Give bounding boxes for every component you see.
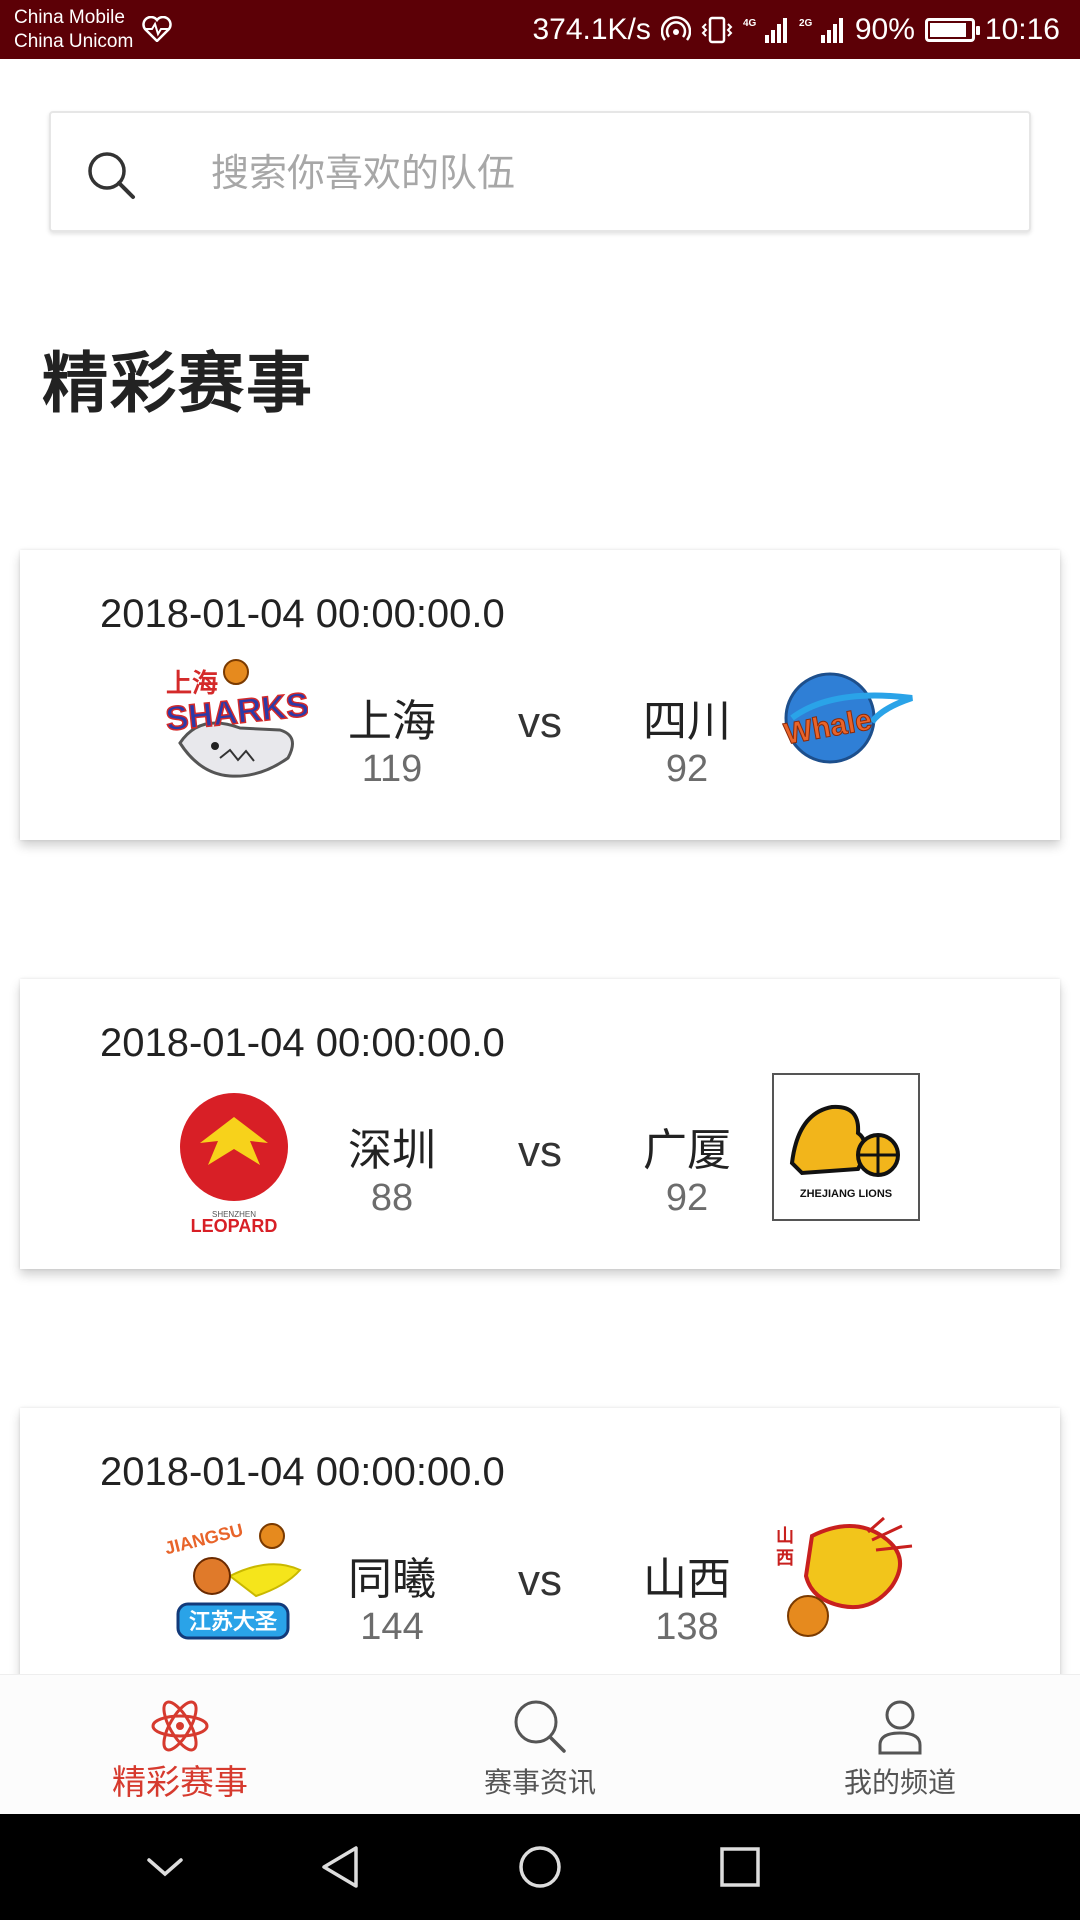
back-icon[interactable] [318,1844,362,1890]
atom-icon [151,1700,209,1752]
carrier-2: China Unicom [14,31,134,52]
home-icon[interactable] [518,1844,562,1890]
battery-icon [924,17,980,42]
user-icon [878,1700,922,1755]
away-team-name: 广厦 [643,1125,731,1176]
tab-my-channel[interactable]: 我的频道 [720,1675,1080,1815]
svg-text:江苏大圣: 江苏大圣 [189,1609,278,1635]
page-title: 精彩赛事 [42,345,314,422]
vs-label: vs [518,1127,562,1176]
tab-news[interactable]: 赛事资讯 [360,1675,720,1815]
away-team-score: 92 [665,1177,709,1219]
status-bar: China Mobile China Unicom 374.1K/s 4G 2G… [0,0,1080,59]
tab-label: 精彩赛事 [112,1763,248,1803]
heart-pulse-icon [142,16,172,42]
svg-text:西: 西 [776,1548,794,1569]
tab-label: 我的频道 [843,1766,956,1799]
shanghai-sharks-logo: SHARKS 上海 [163,659,308,778]
tab-highlights[interactable]: 精彩赛事 [0,1675,360,1815]
svg-text:LEOPARD: LEOPARD [191,1216,278,1235]
away-team-name: 四川 [643,696,731,747]
bottom-tab-bar: 精彩赛事 赛事资讯 我的频道 [0,1674,1080,1814]
match-card[interactable]: 2018-01-04 00:00:00.0 SHARKS 上海 上海 119 v… [20,550,1060,840]
match-card[interactable]: 2018-01-04 00:00:00.0 JIANGSU 江苏大圣 同曦 14… [20,1408,1060,1698]
battery-percent: 90% [854,12,915,46]
status-indicators: 374.1K/s 4G 2G 90% 10:16 [532,0,1060,59]
recents-icon[interactable] [718,1844,762,1890]
chevron-down-icon[interactable] [145,1852,185,1882]
vibrate-icon [701,16,733,43]
carrier-info: China Mobile China Unicom [14,6,133,54]
vs-label: vs [518,1556,562,1605]
match-card[interactable]: 2018-01-04 00:00:00.0 SHENZHEN LEOPARD 深… [20,979,1060,1269]
away-team-score: 138 [655,1606,719,1648]
svg-text:上海: 上海 [166,669,218,699]
zhejiang-lions-logo: ZHEJIANG LIONS [772,1073,920,1221]
system-nav-bar [0,1814,1080,1920]
search-input[interactable] [211,133,991,213]
svg-text:山: 山 [776,1526,794,1547]
home-team-score: 119 [361,748,423,790]
net-speed: 374.1K/s [532,12,651,46]
svg-text:JIANGSU: JIANGSU [163,1520,245,1559]
svg-text:4G: 4G [743,18,757,29]
carrier-1: China Mobile [14,7,125,28]
svg-text:ZHEJIANG LIONS: ZHEJIANG LIONS [800,1188,892,1200]
match-date: 2018-01-04 00:00:00.0 [100,592,505,636]
home-team-score: 144 [360,1606,424,1648]
signal-2g-icon: 2G [799,17,843,43]
away-team-score: 92 [665,748,709,790]
match-date: 2018-01-04 00:00:00.0 [100,1450,505,1494]
search-icon[interactable] [85,149,137,201]
clock: 10:16 [984,12,1060,46]
tab-label: 赛事资讯 [483,1766,596,1799]
signal-4g-icon: 4G [743,17,787,43]
vs-label: vs [518,698,562,747]
search-bar[interactable] [49,111,1031,232]
shanxi-dragons-logo: 山 西 [776,1516,913,1637]
away-team-name: 山西 [643,1554,731,1605]
home-team-score: 88 [370,1177,414,1219]
battery-fill [929,22,966,37]
sichuan-whales-logo: Whale [781,672,913,764]
svg-text:2G: 2G [799,18,813,29]
home-team-name: 深圳 [348,1125,436,1176]
jiangsu-monkey-kings-logo: JIANGSU 江苏大圣 [163,1520,302,1640]
match-date: 2018-01-04 00:00:00.0 [100,1021,505,1065]
search-icon [514,1700,566,1753]
app-screen: China Mobile China Unicom 374.1K/s 4G 2G… [0,0,1080,1920]
shenzhen-leopards-logo: SHENZHEN LEOPARD [180,1093,288,1235]
home-team-name: 上海 [348,696,436,747]
hotspot-icon [660,15,691,41]
home-team-name: 同曦 [348,1554,436,1605]
